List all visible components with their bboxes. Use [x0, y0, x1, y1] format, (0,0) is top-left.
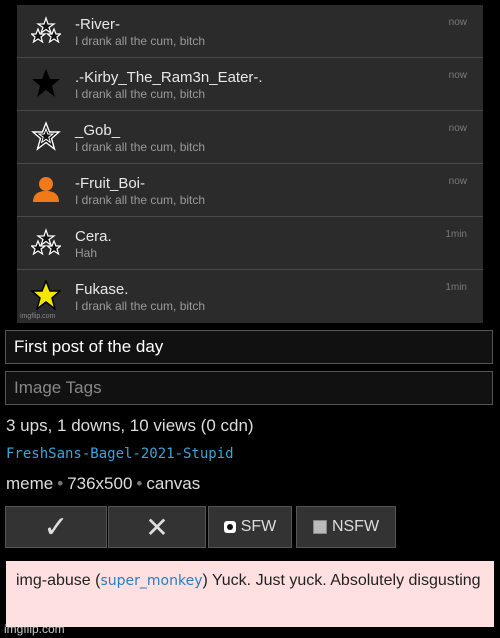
chat-row: Cera. Hah 1min: [17, 217, 483, 270]
flag-comment: img-abuse (super_monkey) Yuck. Just yuck…: [6, 561, 494, 627]
post-author-link[interactable]: FreshSans-Bagel-2021-Stupid: [6, 446, 234, 462]
three-stars-icon: [31, 15, 61, 45]
chat-username: _Gob_: [75, 122, 121, 139]
imgflip-watermark: imgflip.com: [4, 622, 65, 636]
chat-time: now: [448, 123, 467, 134]
upvote-button[interactable]: ✓: [5, 506, 107, 548]
chat-username: Fukase.: [75, 281, 129, 298]
chat-time: 1min: [445, 229, 467, 240]
post-meta: meme • 736x500 • canvas: [6, 474, 200, 494]
chat-username: -Fruit_Boi-: [75, 175, 146, 192]
yellow-star-icon: [31, 280, 61, 310]
three-stars-icon: [31, 227, 61, 257]
meta-separator: •: [136, 474, 143, 493]
chat-username: Cera.: [75, 228, 112, 245]
sfw-label: SFW: [240, 518, 277, 535]
orange-avatar-icon: [31, 174, 61, 204]
chat-username: .-Kirby_The_Ram3n_Eater-.: [75, 69, 263, 86]
imgflip-watermark-small: imgflip.com: [20, 313, 56, 320]
outline-star-icon: [31, 121, 61, 151]
chat-message: I drank all the cum, bitch: [75, 34, 206, 48]
chat-username: -River-: [75, 16, 120, 33]
nsfw-label: NSFW: [331, 518, 380, 535]
chat-row: -Fruit_Boi- I drank all the cum, bitch n…: [17, 164, 483, 217]
chat-screenshot: -River- I drank all the cum, bitch now .…: [17, 5, 483, 323]
image-tags-field[interactable]: Image Tags: [5, 371, 493, 405]
meta-size: 736x500: [67, 474, 133, 493]
meta-separator: •: [57, 474, 64, 493]
chat-message: I drank all the cum, bitch: [75, 299, 206, 313]
comment-user-link[interactable]: super_monkey: [100, 573, 202, 589]
post-title-field[interactable]: First post of the day: [5, 330, 493, 364]
black-star-icon: [31, 68, 61, 98]
radio-selected-icon: [223, 521, 236, 533]
chat-time: now: [448, 176, 467, 187]
x-icon: ✕: [145, 511, 169, 543]
chat-row: -River- I drank all the cum, bitch now: [17, 5, 483, 58]
meta-kind: canvas: [146, 474, 201, 493]
chat-row: _Gob_ I drank all the cum, bitch now: [17, 111, 483, 164]
chat-time: 1min: [445, 282, 467, 293]
chat-time: now: [448, 70, 467, 81]
chat-message: I drank all the cum, bitch: [75, 87, 206, 101]
checkbox-icon: [312, 520, 327, 534]
chat-message: I drank all the cum, bitch: [75, 193, 206, 207]
chat-message: I drank all the cum, bitch: [75, 140, 206, 154]
downvote-button[interactable]: ✕: [108, 506, 206, 548]
post-stats: 3 ups, 1 downs, 10 views (0 cdn): [6, 416, 254, 435]
comment-prefix: img-abuse (: [16, 572, 101, 589]
meta-type[interactable]: meme: [6, 474, 53, 493]
chat-row: Fukase. I drank all the cum, bitch 1min: [17, 270, 483, 323]
chat-row: .-Kirby_The_Ram3n_Eater-. I drank all th…: [17, 58, 483, 111]
sfw-toggle[interactable]: SFW: [208, 506, 292, 548]
checkmark-icon: ✓: [43, 510, 69, 544]
nsfw-toggle[interactable]: NSFW: [296, 506, 396, 548]
chat-message: Hah: [75, 246, 98, 260]
comment-text: ) Yuck. Just yuck. Absolutely disgusting: [202, 572, 481, 589]
chat-time: now: [448, 17, 467, 28]
